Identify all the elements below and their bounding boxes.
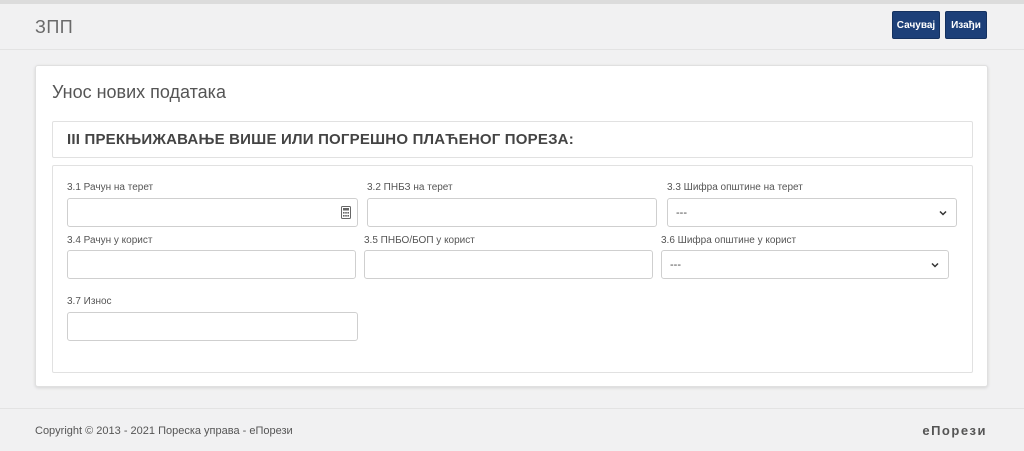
form-card: Унос нових података III ПРЕКЊИЖАВАЊЕ ВИШ… <box>35 65 988 387</box>
pnbz-debit-input[interactable] <box>367 198 657 227</box>
card-title: Унос нових података <box>52 82 226 102</box>
calculator-icon[interactable] <box>341 206 351 219</box>
label-3-7: 3.7 Износ <box>67 296 112 307</box>
save-button[interactable]: Сачувај <box>892 11 940 39</box>
chevron-down-icon <box>939 210 947 216</box>
section-header: III ПРЕКЊИЖАВАЊЕ ВИШЕ ИЛИ ПОГРЕШНО ПЛАЋЕ… <box>52 121 973 158</box>
fields-box: 3.1 Рачун на терет 3.2 ПНБЗ на терет 3.3… <box>52 165 973 373</box>
chevron-down-icon <box>931 262 939 268</box>
label-3-6: 3.6 Шифра општине у корист <box>661 235 797 246</box>
municipality-debit-select[interactable]: --- <box>667 198 957 227</box>
label-3-2: 3.2 ПНБЗ на терет <box>367 182 453 193</box>
copyright-text: Copyright © 2013 - 2021 Пореска управа -… <box>35 425 293 437</box>
pnbo-credit-input[interactable] <box>364 250 653 279</box>
amount-input[interactable] <box>67 312 358 341</box>
app-title: ЗПП <box>35 17 74 37</box>
municipality-credit-select[interactable]: --- <box>661 250 949 279</box>
brand-logo: еПорези <box>922 423 987 438</box>
exit-button[interactable]: Изађи <box>945 11 987 39</box>
account-credit-input[interactable] <box>67 250 356 279</box>
label-3-3: 3.3 Шифра општине на терет <box>667 182 803 193</box>
label-3-1: 3.1 Рачун на терет <box>67 182 154 193</box>
section-title: III ПРЕКЊИЖАВАЊЕ ВИШЕ ИЛИ ПОГРЕШНО ПЛАЋЕ… <box>67 131 574 148</box>
label-3-4: 3.4 Рачун у корист <box>67 235 153 246</box>
municipality-debit-value: --- <box>676 206 687 219</box>
municipality-credit-value: --- <box>670 258 681 271</box>
header: ЗПП Сачувај Изађи <box>0 4 1024 50</box>
footer: Copyright © 2013 - 2021 Пореска управа -… <box>0 408 1024 451</box>
label-3-5: 3.5 ПНБО/БОП у корист <box>364 235 475 246</box>
account-debit-input[interactable] <box>67 198 358 227</box>
